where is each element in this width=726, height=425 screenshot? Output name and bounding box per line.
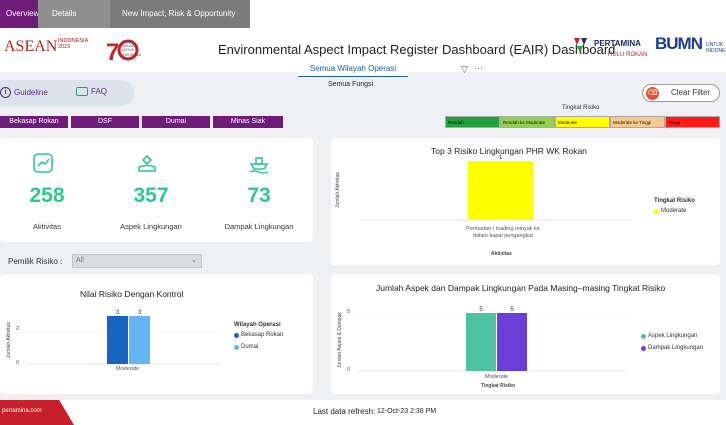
faq-button[interactable]: FAQ bbox=[76, 87, 107, 96]
aspek-dampak-legend-dampak-label: Dampak Lingkungan bbox=[648, 345, 704, 351]
risk-level-legend: Rendah Rendah ke Moderate Moderate Moder… bbox=[445, 116, 720, 128]
chevron-down-icon: ⌄ bbox=[191, 257, 197, 264]
plant-hand-icon bbox=[138, 154, 156, 172]
nilai-risiko-category-label: Moderate bbox=[116, 366, 140, 372]
chart-line-icon bbox=[33, 153, 53, 173]
region-slicer: Bekasap Rokan DSF Dumai Minas Siak bbox=[0, 116, 283, 128]
chat-bubble-icon bbox=[76, 87, 88, 96]
pemilik-risiko-dropdown[interactable]: All ⌄ bbox=[72, 254, 202, 268]
top3-legend-moderate[interactable]: Moderate bbox=[654, 208, 686, 214]
nilai-risiko-chart-card: Nilai Risiko Dengan Kontrol Jumlah Aktiv… bbox=[0, 274, 313, 394]
risk-level-tinggi[interactable]: Tinggi bbox=[665, 116, 720, 128]
bar-aspek-lingkungan bbox=[466, 313, 496, 371]
wilayah-filter[interactable]: Semua Wilayah Operasi bbox=[298, 64, 408, 77]
risk-level-title: Tingkat Risiko bbox=[562, 105, 600, 111]
pemilik-risiko-value: All bbox=[76, 257, 84, 264]
clear-filter-label: Clear Filter bbox=[671, 88, 711, 97]
nilai-risiko-legend-dumai[interactable]: Dumai bbox=[234, 344, 258, 350]
aspek-dampak-chart-card: Jumlah Aspek dan Dampak Lingkungan Pada … bbox=[331, 274, 720, 394]
footer: pertamina.com Last data refresh: 12-Oct-… bbox=[0, 400, 726, 425]
top3-x-axis-label: Aktivitas bbox=[491, 251, 512, 257]
legend-swatch bbox=[234, 344, 239, 350]
tab-details[interactable]: Details bbox=[38, 0, 110, 28]
footer-url[interactable]: pertamina.com bbox=[2, 408, 42, 414]
data-label: 1 bbox=[499, 155, 503, 161]
region-minas-siak[interactable]: Minas Siak bbox=[213, 116, 283, 128]
data-label: 3 bbox=[116, 310, 120, 316]
svg-text:7: 7 bbox=[106, 39, 119, 66]
kpi-aspek-label: Aspek Lingkungan bbox=[120, 222, 182, 231]
clear-filter-button[interactable]: ⌫ Clear Filter bbox=[642, 84, 720, 102]
aspek-dampak-ytick-0: 0 bbox=[347, 367, 351, 373]
aspek-dampak-legend-aspek-label: Aspek Lingkungan bbox=[648, 333, 698, 339]
pertamina-name: PERTAMINA bbox=[594, 39, 641, 48]
pemilik-risiko-label: Pemilik Risiko : bbox=[8, 257, 63, 266]
last-refresh-value: 12-Oct-23 2:38 PM bbox=[377, 408, 437, 415]
kpi-dampak-label: Dampak Lingkungan bbox=[224, 222, 294, 231]
bumn-logo-sub: UNTUK INDONESIA bbox=[706, 42, 726, 54]
kpi-aspek-value: 357 bbox=[133, 184, 169, 207]
tab-overview[interactable]: Overview bbox=[0, 0, 39, 28]
asean-logo-text: ASEAN bbox=[4, 38, 58, 55]
aspek-dampak-category-label: Moderate bbox=[485, 374, 509, 380]
aspek-dampak-ytick-5: 5 bbox=[347, 309, 351, 315]
faq-label: FAQ bbox=[91, 87, 108, 96]
region-dsf[interactable]: DSF bbox=[71, 116, 139, 128]
kpi-card: 258 Aktivitas 357 Aspek Lingkungan 73 Da… bbox=[0, 138, 313, 242]
data-label: 5 bbox=[479, 307, 483, 313]
region-bekasap-rokan[interactable]: Bekasap Rokan bbox=[0, 116, 68, 128]
nilai-risiko-legend-bekasap[interactable]: Bekasap Rokan bbox=[234, 332, 283, 338]
page-title: Environmental Aspect Impact Register Das… bbox=[218, 42, 616, 57]
bar-dumai bbox=[129, 316, 150, 364]
ship-icon bbox=[249, 157, 269, 174]
kpi-aktivitas-value: 258 bbox=[29, 184, 65, 207]
top3-legend-title: Tingkat Risiko bbox=[654, 198, 695, 204]
aspek-dampak-x-axis-label: Tingkat Risiko bbox=[481, 383, 516, 389]
data-label: 3 bbox=[138, 310, 142, 316]
legend-swatch bbox=[654, 208, 659, 214]
nilai-risiko-ytick-2: 2 bbox=[16, 326, 20, 332]
legend-swatch bbox=[641, 345, 646, 351]
risk-level-moderate[interactable]: Moderate bbox=[555, 116, 610, 128]
legend-swatch bbox=[234, 332, 239, 338]
filter-icon[interactable]: ▽ bbox=[461, 64, 468, 75]
bar-dampak-lingkungan bbox=[497, 313, 527, 371]
nilai-risiko-ytick-0: 0 bbox=[16, 360, 20, 366]
bar-series-0 bbox=[468, 161, 533, 220]
guideline-button[interactable]: i Guideline bbox=[0, 87, 48, 98]
legend-swatch bbox=[641, 333, 646, 339]
risk-level-rendah-moderate[interactable]: Rendah ke Moderate bbox=[500, 116, 555, 128]
eraser-icon: ⌫ bbox=[646, 87, 659, 100]
asean-logo-sub: INDONESIA 2023 bbox=[58, 38, 88, 50]
top3-legend-moderate-label: Moderate bbox=[661, 208, 687, 214]
nilai-risiko-legend-dumai-label: Dumai bbox=[241, 344, 259, 350]
last-refresh-label: Last data refresh: bbox=[313, 407, 376, 416]
tab-new-impact[interactable]: New Impact, Risk & Opportunity bbox=[110, 0, 250, 28]
risk-level-moderate-tinggi[interactable]: Moderate ke Tinggi bbox=[610, 116, 665, 128]
top3-chart-card: Top 3 Risiko Lingkungan PHR WK Rokan Jum… bbox=[331, 138, 720, 265]
bumn-logo-text: BUMN bbox=[655, 34, 703, 53]
risk-level-rendah[interactable]: Rendah bbox=[445, 116, 500, 128]
ri78-tagline: TERUS MELAJU UNTUK INDONESIA MAJU bbox=[122, 40, 142, 61]
pertamina-sub: HULU ROKAN bbox=[608, 52, 648, 58]
nilai-risiko-legend-title: Wilayah Operasi bbox=[234, 322, 281, 328]
kpi-aktivitas-label: Aktivitas bbox=[33, 222, 61, 231]
pertamina-logo-icon bbox=[574, 38, 587, 53]
fungsi-filter[interactable]: Semua Fungsi bbox=[328, 81, 373, 88]
aspek-dampak-legend-aspek[interactable]: Aspek Lingkungan bbox=[641, 333, 697, 339]
bar-bekasap-rokan bbox=[107, 316, 128, 364]
top3-category-label: Pemuatan / loading minyak ke dalam kapal… bbox=[466, 226, 540, 239]
tab-bar: Overview Details New Impact, Risk & Oppo… bbox=[0, 0, 726, 28]
aspek-dampak-legend-dampak[interactable]: Dampak Lingkungan bbox=[641, 345, 703, 351]
info-icon: i bbox=[0, 87, 11, 98]
data-label: 5 bbox=[510, 307, 514, 313]
kpi-dampak-value: 73 bbox=[247, 184, 271, 207]
guideline-label: Guideline bbox=[14, 88, 48, 97]
more-options-icon[interactable]: ··· bbox=[474, 63, 483, 73]
region-dumai[interactable]: Dumai bbox=[142, 116, 210, 128]
nilai-risiko-legend-bekasap-label: Bekasap Rokan bbox=[241, 332, 284, 338]
